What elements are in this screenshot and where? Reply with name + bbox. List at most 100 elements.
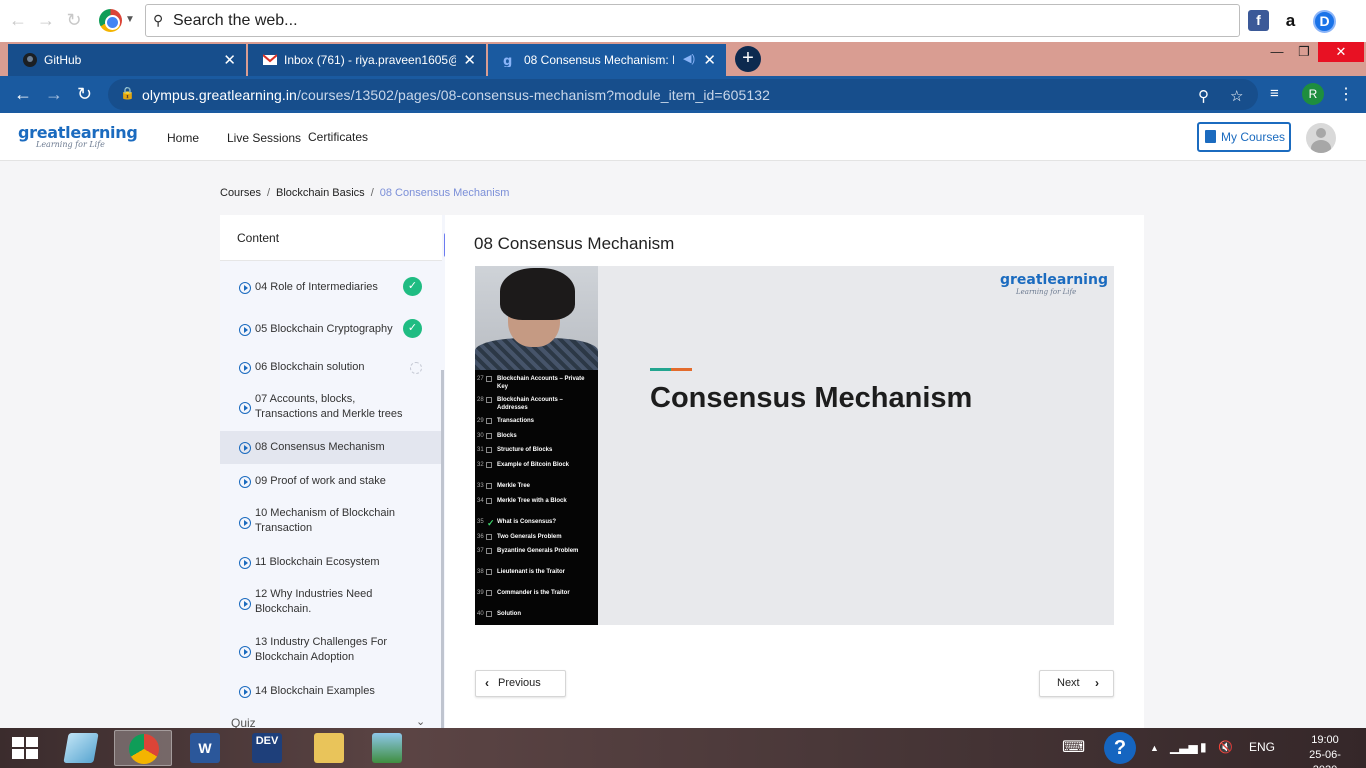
chevron-left-icon: ‹	[485, 676, 489, 690]
chevron-down-icon[interactable]: ▼	[125, 14, 135, 25]
sidebar-item-label: 05 Blockchain Cryptography	[255, 323, 393, 335]
nav-certificates[interactable]: Certificates	[308, 130, 368, 144]
taskbar-app-devcpp[interactable]: DEV	[238, 730, 296, 766]
close-icon[interactable]: ✕	[703, 51, 716, 69]
speaker-icon[interactable]: ◀)	[683, 52, 695, 65]
new-tab-button[interactable]: +	[735, 46, 761, 72]
url-text: olympus.greatlearning.in/courses/13502/p…	[142, 87, 770, 103]
taskbar-app-notes[interactable]	[52, 730, 110, 766]
network-icon[interactable]: ▁▃▅	[1170, 740, 1198, 754]
checkbox-icon	[486, 483, 492, 490]
book-icon	[1205, 130, 1216, 143]
facebook-icon[interactable]: f	[1248, 10, 1269, 31]
windows-start-icon[interactable]	[12, 737, 38, 759]
keyboard-icon[interactable]: ⌨	[1062, 737, 1085, 757]
url-path: /courses/13502/pages/08-consensus-mechan…	[296, 87, 771, 103]
sidebar-item[interactable]: 10 Mechanism of Blockchain Transaction	[220, 505, 442, 541]
taskbar-app-chrome[interactable]	[114, 730, 172, 766]
help-icon[interactable]: ?	[1104, 732, 1136, 764]
tab-gmail[interactable]: Inbox (761) - riya.praveen1605@ ✕	[248, 44, 486, 76]
forward-icon[interactable]: →	[36, 10, 56, 30]
back-icon[interactable]: ←	[8, 10, 28, 30]
forward-icon[interactable]: →	[45, 84, 63, 105]
sidebar-item[interactable]: 04 Role of Intermediaries ✓	[220, 274, 442, 302]
slide-outline-title: Commander is the Traitor	[497, 590, 570, 597]
slide-outline-number: 31	[477, 447, 484, 454]
instructor-webcam	[475, 266, 598, 370]
user-avatar[interactable]	[1306, 123, 1336, 153]
language-indicator[interactable]: ENG	[1249, 740, 1275, 754]
slide-brand-name: greatlearning	[1000, 272, 1108, 288]
nav-home[interactable]: Home	[167, 131, 199, 145]
page-title: 08 Consensus Mechanism	[474, 234, 675, 253]
sidebar-item[interactable]: 12 Why Industries Need Blockchain.	[220, 586, 442, 622]
media-control-icon[interactable]: ≡	[1270, 85, 1279, 102]
lesson-panel: 08 Consensus Mechanism 27 Blockchain Acco…	[445, 215, 1144, 728]
clock[interactable]: 19:00 25-06-2020	[1300, 733, 1350, 768]
sidebar-item-label: 10 Mechanism of Blockchain Transaction	[255, 507, 396, 534]
chrome-logo-icon[interactable]	[99, 9, 122, 32]
taskbar-app-photos[interactable]	[358, 730, 416, 766]
slide-outline-number: 27	[477, 376, 484, 382]
breadcrumb-course[interactable]: Blockchain Basics	[276, 187, 365, 199]
slide-outline-title: Merkle Tree	[497, 483, 531, 490]
sidebar-item-active[interactable]: 08 Consensus Mechanism	[220, 431, 442, 464]
sidebar-item[interactable]: 05 Blockchain Cryptography ✓	[220, 316, 442, 344]
tab-label: 08 Consensus Mechanism: Bl	[524, 53, 674, 67]
slide-brand-logo: greatlearning Learning for Life	[1000, 272, 1108, 296]
sidebar-item[interactable]: 11 Blockchain Ecosystem	[220, 552, 442, 576]
web-search-input[interactable]: ⚲ Search the web...	[145, 4, 1240, 37]
tab-consensus[interactable]: g 08 Consensus Mechanism: Bl ◀) ✕	[488, 44, 726, 76]
sidebar-item-label: 14 Blockchain Examples	[255, 685, 375, 697]
sidebar-item[interactable]: 14 Blockchain Examples	[220, 681, 442, 705]
minimize-button[interactable]: —	[1262, 42, 1292, 62]
breadcrumb-courses[interactable]: Courses	[220, 187, 261, 199]
slide-outline-number: 37	[477, 548, 484, 555]
content-sidebar: Content 04 Role of Intermediaries ✓ 05 B…	[220, 215, 445, 728]
battery-icon[interactable]: ▮	[1200, 740, 1207, 754]
close-icon[interactable]: ✕	[463, 51, 476, 69]
url-host: olympus.greatlearning.in	[142, 87, 297, 103]
reload-icon[interactable]: ↻	[64, 10, 84, 30]
quiz-section-label[interactable]: Quiz	[231, 716, 256, 728]
slide-outline-number: 28	[477, 397, 484, 403]
tab-label: Inbox (761) - riya.praveen1605@	[284, 53, 456, 67]
reload-icon[interactable]: ↻	[77, 84, 92, 105]
nav-live-sessions[interactable]: Live Sessions	[227, 131, 301, 145]
sidebar-item-label: 13 Industry Challenges For Blockchain Ad…	[255, 636, 388, 663]
volume-muted-icon[interactable]: 🔇	[1218, 740, 1233, 754]
sidebar-item[interactable]: 09 Proof of work and stake	[220, 471, 442, 495]
chevron-up-icon[interactable]: ▲	[1150, 743, 1159, 753]
sidebar-header: Content	[220, 215, 442, 261]
completed-check-icon: ✓	[403, 277, 422, 296]
slide-outline-title: Two Generals Problem	[497, 533, 562, 540]
sidebar-scrollbar[interactable]	[441, 370, 444, 728]
brand-logo[interactable]: greatlearning Learning for Life	[18, 123, 138, 149]
next-button[interactable]: Next ›	[1039, 670, 1114, 697]
sidebar-item[interactable]: 06 Blockchain solution	[220, 356, 442, 380]
checkbox-icon	[486, 418, 492, 424]
bookmark-star-icon[interactable]: ☆	[1230, 87, 1243, 105]
tab-github[interactable]: GitHub ✕	[8, 44, 246, 76]
zoom-icon[interactable]: ⚲	[1198, 87, 1209, 105]
url-input[interactable]: 🔒 olympus.greatlearning.in/courses/13502…	[108, 79, 1258, 110]
video-player[interactable]: 27 Blockchain Accounts – Private Key 28 Blo…	[475, 266, 1114, 625]
chevron-down-icon[interactable]: ⌄	[416, 715, 425, 728]
back-icon[interactable]: ←	[14, 84, 32, 105]
menu-kebab-icon[interactable]: ⋮	[1338, 84, 1354, 104]
taskbar-app-explorer[interactable]	[300, 730, 358, 766]
restore-button[interactable]: ❐	[1292, 42, 1316, 62]
previous-button[interactable]: ‹ Previous	[475, 670, 566, 697]
taskbar-app-word[interactable]: W	[176, 730, 234, 766]
close-window-button[interactable]: ✕	[1318, 42, 1364, 62]
sidebar-item[interactable]: 07 Accounts, blocks, Transactions and Me…	[220, 390, 442, 426]
play-circle-icon	[239, 557, 251, 569]
taskbar: W DEV ⌨ ? ▲ ▁▃▅ ▮ 🔇 ENG 19:00 25-06-2020	[0, 728, 1366, 768]
checkbox-icon	[486, 548, 492, 555]
profile-avatar[interactable]: R	[1302, 83, 1324, 105]
extension-d-icon[interactable]: D	[1313, 10, 1336, 33]
close-icon[interactable]: ✕	[223, 51, 236, 69]
sidebar-item[interactable]: 13 Industry Challenges For Blockchain Ad…	[220, 634, 442, 670]
amazon-icon[interactable]: a	[1280, 10, 1301, 31]
my-courses-button[interactable]: My Courses	[1197, 122, 1291, 152]
